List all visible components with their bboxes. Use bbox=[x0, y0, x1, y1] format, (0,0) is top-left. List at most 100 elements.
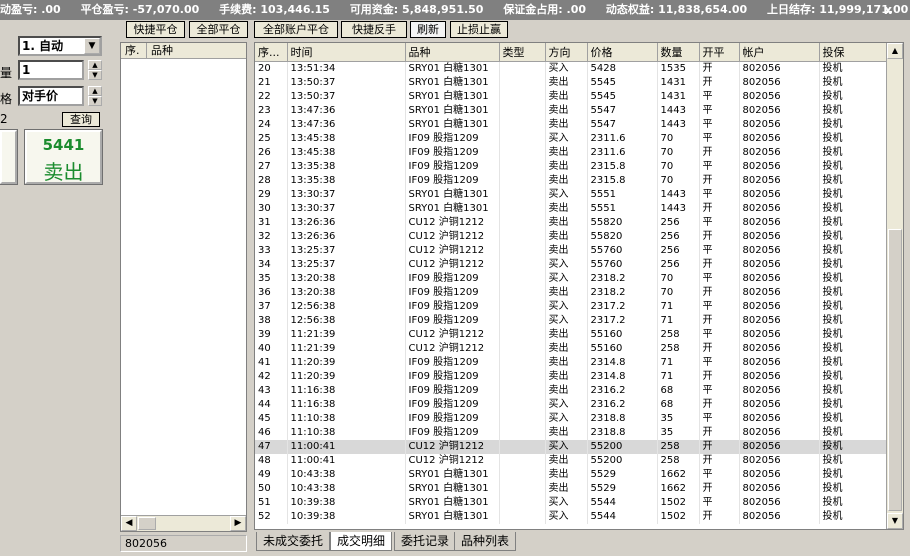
column-header[interactable]: 数量 bbox=[657, 43, 700, 62]
table-row[interactable]: 27 13:35:38 IF09 股指1209 卖出 2315.8 70 平 802056 投机 bbox=[255, 159, 888, 174]
table-cell: 802056 bbox=[739, 159, 820, 174]
buy-button[interactable] bbox=[0, 129, 18, 185]
arrow-down-icon[interactable]: ▼ bbox=[88, 70, 102, 80]
close-all-button[interactable]: 全部平仓 bbox=[189, 21, 248, 38]
table-row[interactable]: 51 10:39:38 SRY01 白糖1301 买入 5544 1502 平 802056 投… bbox=[255, 495, 888, 510]
column-header[interactable]: 开平 bbox=[699, 43, 740, 62]
table-cell: 2318.8 bbox=[587, 411, 658, 426]
table-row[interactable]: 38 12:56:38 IF09 股指1209 买入 2317.2 71 开 802056 投机 bbox=[255, 313, 888, 328]
arrow-down-icon[interactable]: ▼ bbox=[887, 513, 903, 529]
table-cell: CU12 沪铜1212 bbox=[405, 341, 500, 356]
scroll-thumb[interactable] bbox=[888, 229, 902, 511]
table-row[interactable]: 42 11:20:39 IF09 股指1209 卖出 2314.8 71 开 802056 投机 bbox=[255, 369, 888, 384]
table-cell: 开 bbox=[699, 257, 740, 272]
scroll-thumb[interactable] bbox=[138, 517, 156, 530]
sell-button[interactable]: 5441 卖出 bbox=[24, 129, 103, 185]
arrow-left-icon[interactable]: ◀ bbox=[121, 516, 137, 531]
table-row[interactable]: 21 13:50:37 SRY01 白糖1301 卖出 5545 1431 开 802056 投… bbox=[255, 75, 888, 90]
quick-close-button[interactable]: 快捷平仓 bbox=[126, 21, 185, 38]
column-header[interactable]: 品种 bbox=[405, 43, 500, 62]
table-cell: 开 bbox=[699, 145, 740, 160]
column-header[interactable]: 帐户 bbox=[739, 43, 820, 62]
table-cell: 11:00:41 bbox=[287, 453, 406, 468]
stop-loss-button[interactable]: 止损止赢 bbox=[450, 21, 508, 38]
table-row[interactable]: 28 13:35:38 IF09 股指1209 卖出 2315.8 70 开 802056 投机 bbox=[255, 173, 888, 188]
tab-trade-details[interactable]: 成交明细 bbox=[330, 532, 393, 551]
column-header[interactable]: 方向 bbox=[545, 43, 588, 62]
column-header[interactable]: 时间 bbox=[287, 43, 406, 62]
table-row[interactable]: 35 13:20:38 IF09 股指1209 买入 2318.2 70 平 802056 投机 bbox=[255, 271, 888, 286]
table-row[interactable]: 31 13:26:36 CU12 沪铜1212 卖出 55820 256 平 802056 投机 bbox=[255, 215, 888, 230]
table-cell: 70 bbox=[657, 159, 700, 174]
arrow-up-icon[interactable]: ▲ bbox=[88, 86, 102, 96]
table-row[interactable]: 49 10:43:38 SRY01 白糖1301 卖出 5529 1662 平 802056 投… bbox=[255, 467, 888, 482]
table-cell: 55200 bbox=[587, 453, 658, 468]
table-row[interactable]: 36 13:20:38 IF09 股指1209 卖出 2318.2 70 开 802056 投机 bbox=[255, 285, 888, 300]
column-header[interactable]: 投保 bbox=[819, 43, 888, 62]
table-row[interactable]: 46 11:10:38 IF09 股指1209 卖出 2318.8 35 开 802056 投机 bbox=[255, 425, 888, 440]
table-cell: 802056 bbox=[739, 215, 820, 230]
table-row[interactable]: 48 11:00:41 CU12 沪铜1212 卖出 55200 258 开 802056 投机 bbox=[255, 453, 888, 468]
close-all-accounts-button[interactable]: 全部账户平仓 bbox=[254, 21, 338, 38]
arrow-down-icon[interactable]: ▼ bbox=[88, 96, 102, 106]
chevron-down-icon[interactable]: ▼ bbox=[84, 38, 100, 54]
table-cell: 49 bbox=[255, 467, 288, 482]
table-row[interactable]: 30 13:30:37 SRY01 白糖1301 卖出 5551 1443 开 802056 投… bbox=[255, 201, 888, 216]
column-header[interactable]: 类型 bbox=[499, 43, 546, 62]
table-row[interactable]: 43 11:16:38 IF09 股指1209 卖出 2316.2 68 平 802056 投机 bbox=[255, 383, 888, 398]
arrow-up-icon[interactable]: ▲ bbox=[88, 60, 102, 70]
trades-table[interactable]: 序... 时间 品种 类型 方向 价格 数量 开平 帐户 投保 20 13:51:34 SRY01 白… bbox=[254, 42, 904, 530]
table-row[interactable]: 20 13:51:34 SRY01 白糖1301 买入 5428 1535 开 802056 投… bbox=[255, 61, 888, 76]
mode-select[interactable]: 1. 自动 ▼ bbox=[18, 36, 102, 56]
vertical-scrollbar[interactable]: ▲ ▼ bbox=[886, 43, 903, 529]
arrow-up-icon[interactable]: ▲ bbox=[887, 43, 903, 59]
table-row[interactable]: 33 13:25:37 CU12 沪铜1212 卖出 55760 256 平 802056 投机 bbox=[255, 243, 888, 258]
quick-reverse-button[interactable]: 快捷反手 bbox=[341, 21, 407, 38]
table-row[interactable]: 34 13:25:37 CU12 沪铜1212 买入 55760 256 开 802056 投机 bbox=[255, 257, 888, 272]
column-header[interactable]: 序... bbox=[255, 43, 288, 62]
table-row[interactable]: 52 10:39:38 SRY01 白糖1301 买入 5544 1502 开 802056 投… bbox=[255, 509, 888, 524]
table-cell: 平 bbox=[699, 327, 740, 342]
table-row[interactable]: 24 13:47:36 SRY01 白糖1301 卖出 5547 1443 平 802056 投… bbox=[255, 117, 888, 132]
price-type-input[interactable]: 对手价 bbox=[18, 86, 84, 106]
table-row[interactable]: 47 11:00:41 CU12 沪铜1212 买入 55200 258 开 802056 投机 bbox=[255, 439, 888, 454]
table-cell: 卖出 bbox=[545, 201, 588, 216]
table-cell bbox=[499, 173, 546, 188]
col-symbol[interactable]: 品种 bbox=[147, 43, 245, 58]
table-row[interactable]: 40 11:21:39 CU12 沪铜1212 卖出 55160 258 开 802056 投机 bbox=[255, 341, 888, 356]
query-button[interactable]: 查询 bbox=[62, 112, 100, 127]
table-row[interactable]: 29 13:30:37 SRY01 白糖1301 买入 5551 1443 平 802056 投… bbox=[255, 187, 888, 202]
position-list[interactable]: 序. 品种 ◀ ▶ bbox=[120, 42, 247, 532]
column-header[interactable]: 价格 bbox=[587, 43, 658, 62]
table-row[interactable]: 32 13:26:36 CU12 沪铜1212 卖出 55820 256 开 802056 投机 bbox=[255, 229, 888, 244]
table-cell: 35 bbox=[657, 411, 700, 426]
table-cell: 802056 bbox=[739, 369, 820, 384]
table-row[interactable]: 26 13:45:38 IF09 股指1209 卖出 2311.6 70 开 802056 投机 bbox=[255, 145, 888, 160]
table-row[interactable]: 41 11:20:39 IF09 股指1209 卖出 2314.8 71 平 802056 投机 bbox=[255, 355, 888, 370]
table-cell: IF09 股指1209 bbox=[405, 271, 500, 286]
close-icon[interactable]: x bbox=[884, 0, 892, 20]
tab-symbol-list[interactable]: 品种列表 bbox=[454, 532, 517, 551]
refresh-button[interactable]: 刷新 bbox=[410, 21, 446, 38]
qty-stepper[interactable]: ▲ ▼ bbox=[88, 60, 102, 80]
table-row[interactable]: 25 13:45:38 IF09 股指1209 买入 2311.6 70 平 802056 投机 bbox=[255, 131, 888, 146]
table-row[interactable]: 44 11:16:38 IF09 股指1209 买入 2316.2 68 开 802056 投机 bbox=[255, 397, 888, 412]
tab-pending-orders[interactable]: 未成交委托 bbox=[256, 532, 331, 551]
table-cell: 投机 bbox=[819, 397, 888, 412]
table-row[interactable]: 22 13:50:37 SRY01 白糖1301 卖出 5545 1431 平 802056 投… bbox=[255, 89, 888, 104]
horizontal-scrollbar[interactable]: ◀ ▶ bbox=[121, 515, 246, 531]
table-cell: 11:10:38 bbox=[287, 411, 406, 426]
qty-input[interactable]: 1 bbox=[18, 60, 84, 80]
table-row[interactable]: 37 12:56:38 IF09 股指1209 买入 2317.2 71 平 802056 投机 bbox=[255, 299, 888, 314]
table-row[interactable]: 39 11:21:39 CU12 沪铜1212 卖出 55160 258 平 802056 投机 bbox=[255, 327, 888, 342]
table-row[interactable]: 50 10:43:38 SRY01 白糖1301 卖出 5529 1662 开 802056 投… bbox=[255, 481, 888, 496]
tab-order-log[interactable]: 委托记录 bbox=[394, 532, 457, 551]
available-funds: 可用资金: 5,848,951.50 bbox=[349, 3, 484, 16]
col-seq[interactable]: 序. bbox=[121, 43, 147, 58]
price-stepper[interactable]: ▲ ▼ bbox=[88, 86, 102, 106]
table-cell: 2318.8 bbox=[587, 425, 658, 440]
table-cell: CU12 沪铜1212 bbox=[405, 243, 500, 258]
table-row[interactable]: 45 11:10:38 IF09 股指1209 买入 2318.8 35 平 802056 投机 bbox=[255, 411, 888, 426]
arrow-right-icon[interactable]: ▶ bbox=[230, 516, 246, 531]
table-row[interactable]: 23 13:47:36 SRY01 白糖1301 卖出 5547 1443 平 802056 投… bbox=[255, 103, 888, 118]
